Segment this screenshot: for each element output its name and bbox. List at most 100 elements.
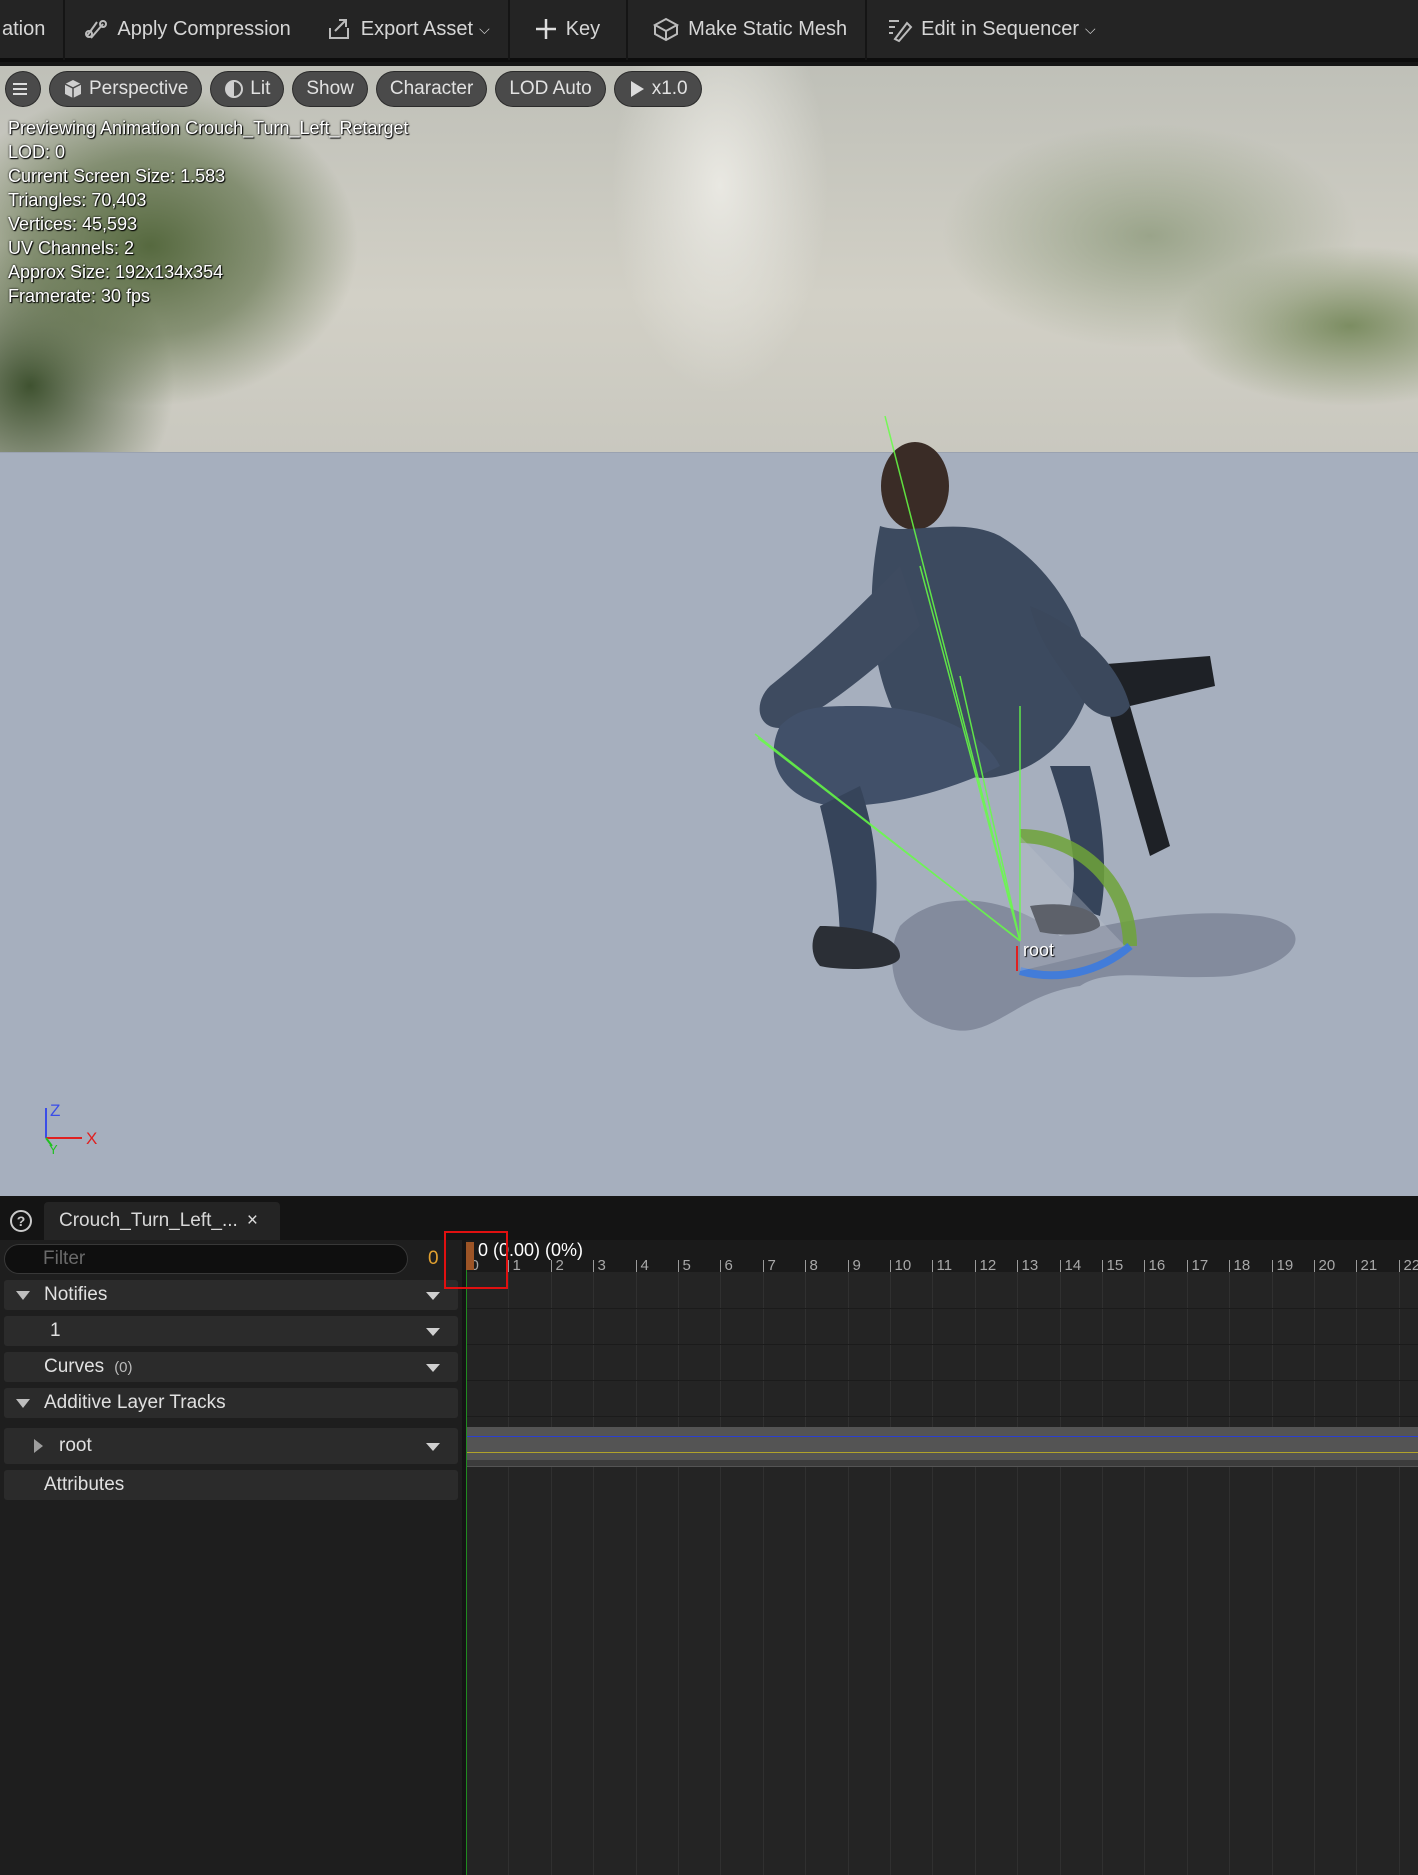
lit-button[interactable]: Lit [211,72,284,106]
track-additive-layer[interactable]: Additive Layer Tracks [4,1388,458,1418]
stat-line: UV Channels: 2 [8,238,135,258]
export-icon [328,19,349,39]
toolbar-item-animation[interactable]: ation [0,0,63,58]
axis-z-label: Z [50,1101,60,1120]
show-label: Show [306,78,354,99]
ruler-tick-label: 22 [1404,1257,1418,1272]
lod-label: LOD Auto [509,78,592,99]
curves-label: Curves [44,1356,105,1377]
expand-arrow-icon[interactable] [16,1291,30,1300]
track-label: Curves (0) [44,1356,133,1378]
key-label: Key [565,17,601,40]
hamburger-menu-icon [13,83,27,95]
help-icon[interactable]: ? [10,1210,32,1232]
lod-button[interactable]: LOD Auto [496,72,605,106]
compression-icon [85,20,108,39]
ruler-tick-label: 9 [853,1257,861,1272]
ruler-tick-label: 3 [598,1257,606,1272]
expand-arrow-icon[interactable] [16,1399,30,1408]
make-static-mesh-label: Make Static Mesh [688,17,848,40]
filter-input[interactable] [4,1244,408,1274]
export-asset-button[interactable]: Export Asset ⌵ [309,0,508,58]
axis-x-label: X [86,1129,97,1148]
dropdown-arrow-icon[interactable] [426,1328,440,1336]
ruler-tick-label: 13 [1022,1257,1039,1272]
stat-line: Approx Size: 192x134x354 [8,262,224,282]
stat-line: Previewing Animation Crouch_Turn_Left_Re… [8,118,409,138]
play-rate-button[interactable]: x1.0 [614,72,701,106]
playhead-line [466,1270,467,1875]
character-button[interactable]: Character [376,72,487,106]
tab-crouch-turn-left[interactable]: Crouch_Turn_Left_... × [44,1202,280,1240]
lit-sphere-icon [225,80,244,98]
ruler-tick-label: 15 [1107,1257,1124,1272]
current-frame-field[interactable]: 0 [428,1248,439,1270]
stat-line: Vertices: 45,593 [8,214,138,234]
export-asset-label: Export Asset [360,17,474,40]
track-attributes[interactable]: Attributes [4,1470,458,1500]
main-toolbar: ation Apply Compression Export Asset ⌵ K… [0,0,1418,62]
perspective-label: Perspective [89,78,189,99]
track-notifies[interactable]: Notifies [4,1280,458,1310]
root-curve-blue [466,1436,1418,1437]
apply-compression-label: Apply Compression [117,17,291,40]
panel-tab-bar: ? Crouch_Turn_Left_... × [0,1198,1418,1240]
ruler-ticks: 0 1 2 3 4 5 6 7 8 9 10 11 12 13 14 15 16 17 18 19 20 21 22 [466,1257,1418,1272]
track-root[interactable]: root [4,1428,458,1464]
close-icon[interactable]: × [247,1210,258,1232]
ruler-tick-label: 6 [725,1257,733,1272]
root-track-divider [466,1460,1418,1466]
tab-title: Crouch_Turn_Left_... [59,1210,238,1231]
character-label: Character [389,78,474,99]
track-label: root [59,1435,92,1456]
dropdown-arrow-icon[interactable] [426,1443,440,1451]
stat-line: Framerate: 30 fps [8,286,151,306]
ruler-tick-label: 7 [768,1257,776,1272]
ruler-tick-label: 12 [980,1257,997,1272]
show-button[interactable]: Show [293,72,367,106]
track-notify-1[interactable]: 1 [4,1316,458,1346]
animation-timeline-panel: ? Crouch_Turn_Left_... × 0 Notifies 1 Cu… [0,1198,1418,1875]
chevron-down-icon: ⌵ [1085,20,1096,37]
axis-y-label: Y [49,1142,58,1154]
cube-icon [64,80,82,98]
time-ruler[interactable]: 0 1 2 3 4 5 6 7 8 9 10 11 12 13 14 15 16 17 18 19 20 21 22 0 (… [466,1240,1418,1272]
ruler-tick-label: 16 [1149,1257,1166,1272]
edit-in-sequencer-label: Edit in Sequencer [921,17,1080,40]
ruler-tick-label: 20 [1319,1257,1336,1272]
ruler-tick-label: 17 [1192,1257,1209,1272]
ruler-tick-label: 5 [683,1257,691,1272]
track-label: 1 [50,1320,61,1341]
track-curves[interactable]: Curves (0) [4,1352,458,1382]
ruler-tick-label: 8 [810,1257,818,1272]
edit-in-sequencer-button[interactable]: Edit in Sequencer ⌵ [867,0,1114,58]
stat-line: Current Screen Size: 1.583 [8,166,226,186]
apply-compression-button[interactable]: Apply Compression [65,0,308,58]
sequencer-icon [889,20,913,43]
timeline-area[interactable]: 0 1 2 3 4 5 6 7 8 9 10 11 12 13 14 15 16 17 18 19 20 21 22 0 (… [466,1240,1418,1875]
dropdown-arrow-icon[interactable] [426,1364,440,1372]
ruler-tick-label: 21 [1361,1257,1378,1272]
collapse-arrow-icon[interactable] [34,1439,43,1453]
ruler-tick-label: 10 [895,1257,912,1272]
stat-line: Triangles: 70,403 [8,190,147,210]
ruler-tick-label: 19 [1277,1257,1294,1272]
highlight-annotation [444,1231,508,1289]
play-icon [630,81,644,97]
key-button[interactable]: Key [510,0,618,58]
curves-count: (0) [114,1359,133,1376]
make-static-mesh-button[interactable]: Make Static Mesh [628,0,865,58]
play-rate-label: x1.0 [651,78,688,99]
perspective-button[interactable]: Perspective [50,72,202,106]
dropdown-arrow-icon[interactable] [426,1292,440,1300]
plus-icon [535,19,556,39]
preview-viewport[interactable]: Perspective Lit Show Character LOD Auto … [0,66,1418,1196]
viewport-menu-button[interactable] [6,72,40,106]
chevron-down-icon: ⌵ [479,20,490,37]
track-label: Additive Layer Tracks [44,1392,226,1413]
track-list: 0 Notifies 1 Curves (0) Additive Layer Tr… [0,1240,462,1875]
ruler-tick-label: 14 [1065,1257,1082,1272]
ruler-tick-label: 18 [1234,1257,1251,1272]
axis-gizmo-icon: Z X Y [45,1101,97,1154]
track-label: Notifies [44,1284,108,1305]
